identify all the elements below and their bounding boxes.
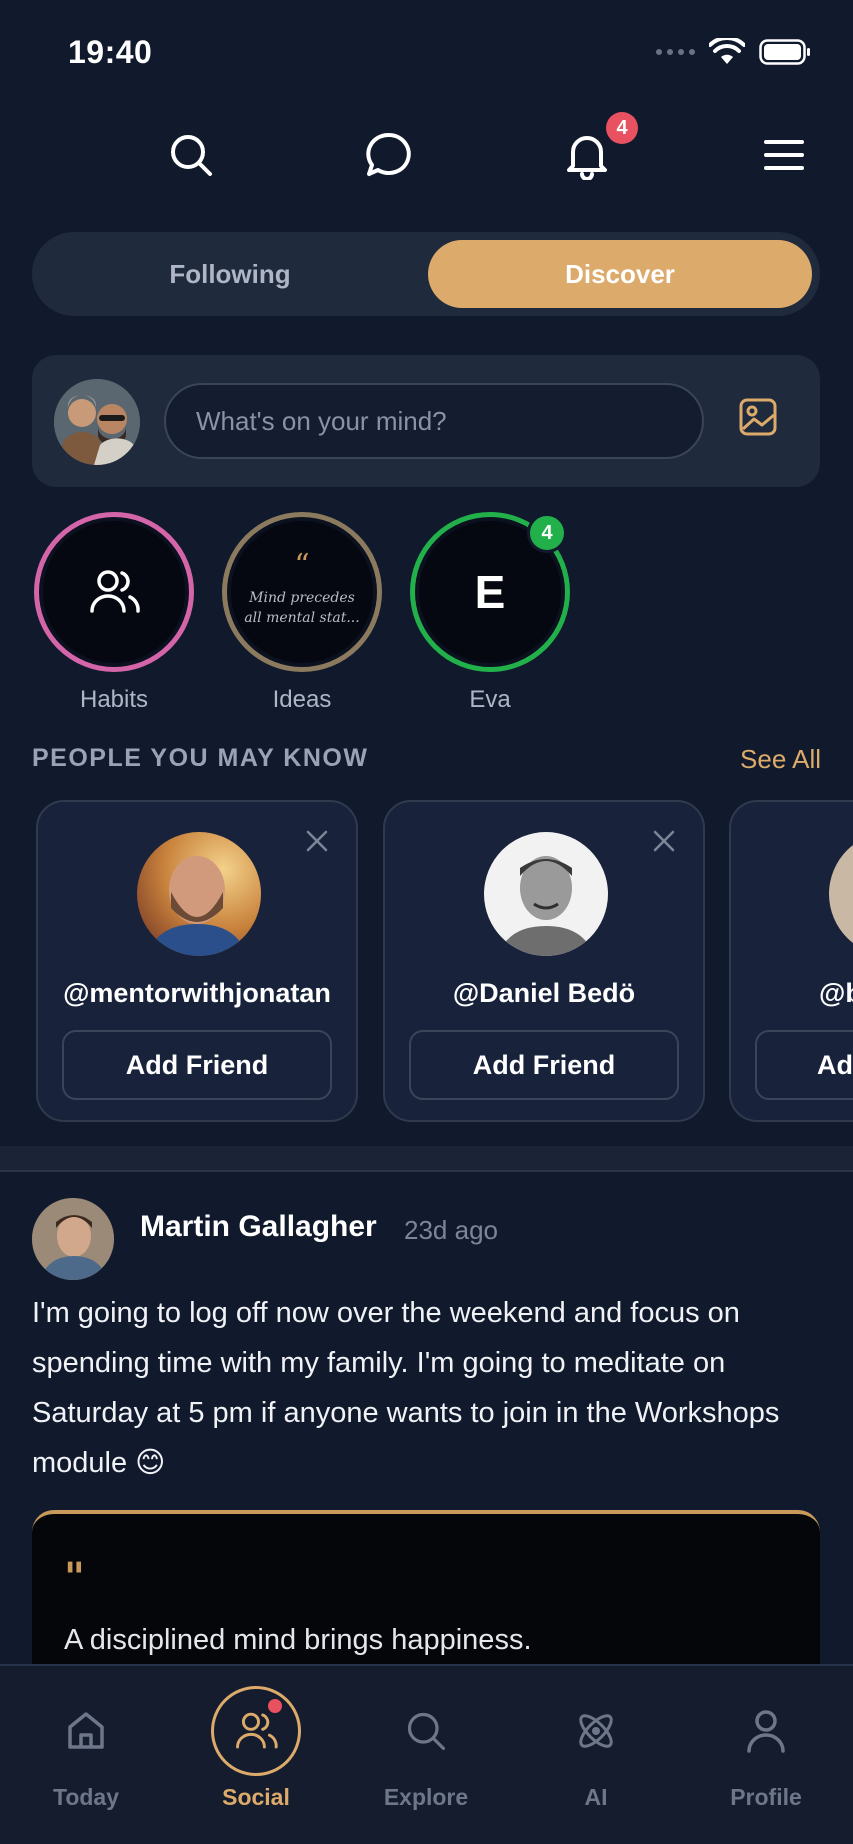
status-time: 19:40 [68,34,153,70]
quote-mark: " [64,1554,85,1601]
add-friend-button[interactable]: Add Friend [62,1030,332,1100]
avatar-photo [32,1198,114,1280]
messages-button[interactable] [362,128,416,182]
search-icon [407,1712,446,1751]
people-icon [236,1712,278,1749]
story-quote: Mind precedes all mental stat... [244,590,360,626]
add-image-button[interactable] [738,397,786,445]
people-icon [90,570,140,613]
story-eva[interactable]: E 4 Eva [410,512,570,714]
person-card: @Daniel Bedö Add Friend [383,800,705,1122]
user-icon [747,1710,785,1753]
image-icon [739,398,777,436]
avatar[interactable] [32,1198,114,1280]
section-title: PEOPLE YOU MAY KNOW [32,744,369,772]
avatar-initial: E [474,566,506,618]
see-all-link[interactable]: See All [740,744,821,775]
avatar-photo [484,832,608,956]
search-button[interactable] [164,128,218,182]
notification-dot [266,1697,284,1715]
post-timestamp: 23d ago [404,1215,498,1245]
avatar[interactable] [484,832,608,956]
tab-discover[interactable]: Discover [428,240,812,308]
menu-button[interactable] [757,128,811,182]
story-badge: 4 [527,513,567,553]
wifi-icon [709,38,745,64]
story-ideas[interactable]: “ Mind precedes all mental stat... Ideas [222,512,382,714]
feed-segment-control: Following Discover [32,232,820,316]
home-icon [68,1712,104,1749]
battery-icon [759,39,810,65]
post-input[interactable]: What's on your mind? [164,383,704,459]
atom-icon [579,1714,613,1748]
person-username: @b [819,978,853,1008]
close-icon [306,830,328,852]
signal-icon [656,49,695,55]
dismiss-button[interactable] [651,828,677,854]
story-label: Eva [469,686,511,713]
tab-following[interactable]: Following [40,240,420,308]
avatar[interactable] [137,832,261,956]
person-username: @Daniel Bedö [452,978,636,1008]
post-composer: What's on your mind? [32,355,820,487]
tab-label: Profile [730,1784,802,1810]
quote-icon: “ [294,548,310,583]
tab-profile[interactable]: Profile [696,1686,836,1811]
tab-label: Today [52,1784,120,1810]
section-divider [0,1146,853,1172]
tab-label: Social [222,1784,290,1810]
story-ring: E 4 [410,512,570,672]
person-card: @b Ad [729,800,853,1122]
story-label: Habits [79,686,149,713]
story-habits[interactable]: Habits [34,512,194,714]
chat-bubble-icon [366,132,411,176]
close-icon [653,830,675,852]
hamburger-menu-icon [764,140,804,170]
avatar-photo [54,379,140,465]
avatar[interactable] [829,832,853,956]
bell-icon [567,136,607,180]
tab-today[interactable]: Today [16,1686,156,1811]
quote-text: A disciplined mind brings happiness. [64,1624,532,1656]
post-author[interactable]: Martin Gallagher [140,1210,377,1244]
tab-explore[interactable]: Explore [356,1686,496,1811]
tab-ai[interactable]: AI [526,1686,666,1811]
person-username: @mentorwithjonatan [63,978,331,1008]
notification-badge: 4 [606,112,638,144]
person-card: @mentorwithjonatan Add Friend [36,800,358,1122]
story-label: Ideas [272,686,332,713]
story-ring: “ Mind precedes all mental stat... [222,512,382,672]
avatar-photo [137,832,261,956]
tab-label: Explore [383,1784,469,1810]
status-icons [656,38,811,66]
post-body: I'm going to log off now over the weeken… [32,1297,780,1479]
add-friend-button[interactable]: Ad [755,1030,853,1100]
search-icon [171,135,212,176]
add-friend-button[interactable]: Add Friend [409,1030,679,1100]
bottom-nav: Today Social Explore AI Profile [0,1664,853,1844]
dismiss-button[interactable] [304,828,330,854]
notifications-button[interactable]: 4 [560,112,638,182]
tab-social[interactable]: Social [186,1686,326,1811]
avatar[interactable] [54,379,140,465]
story-ring [34,512,194,672]
tab-label: AI [584,1784,608,1810]
